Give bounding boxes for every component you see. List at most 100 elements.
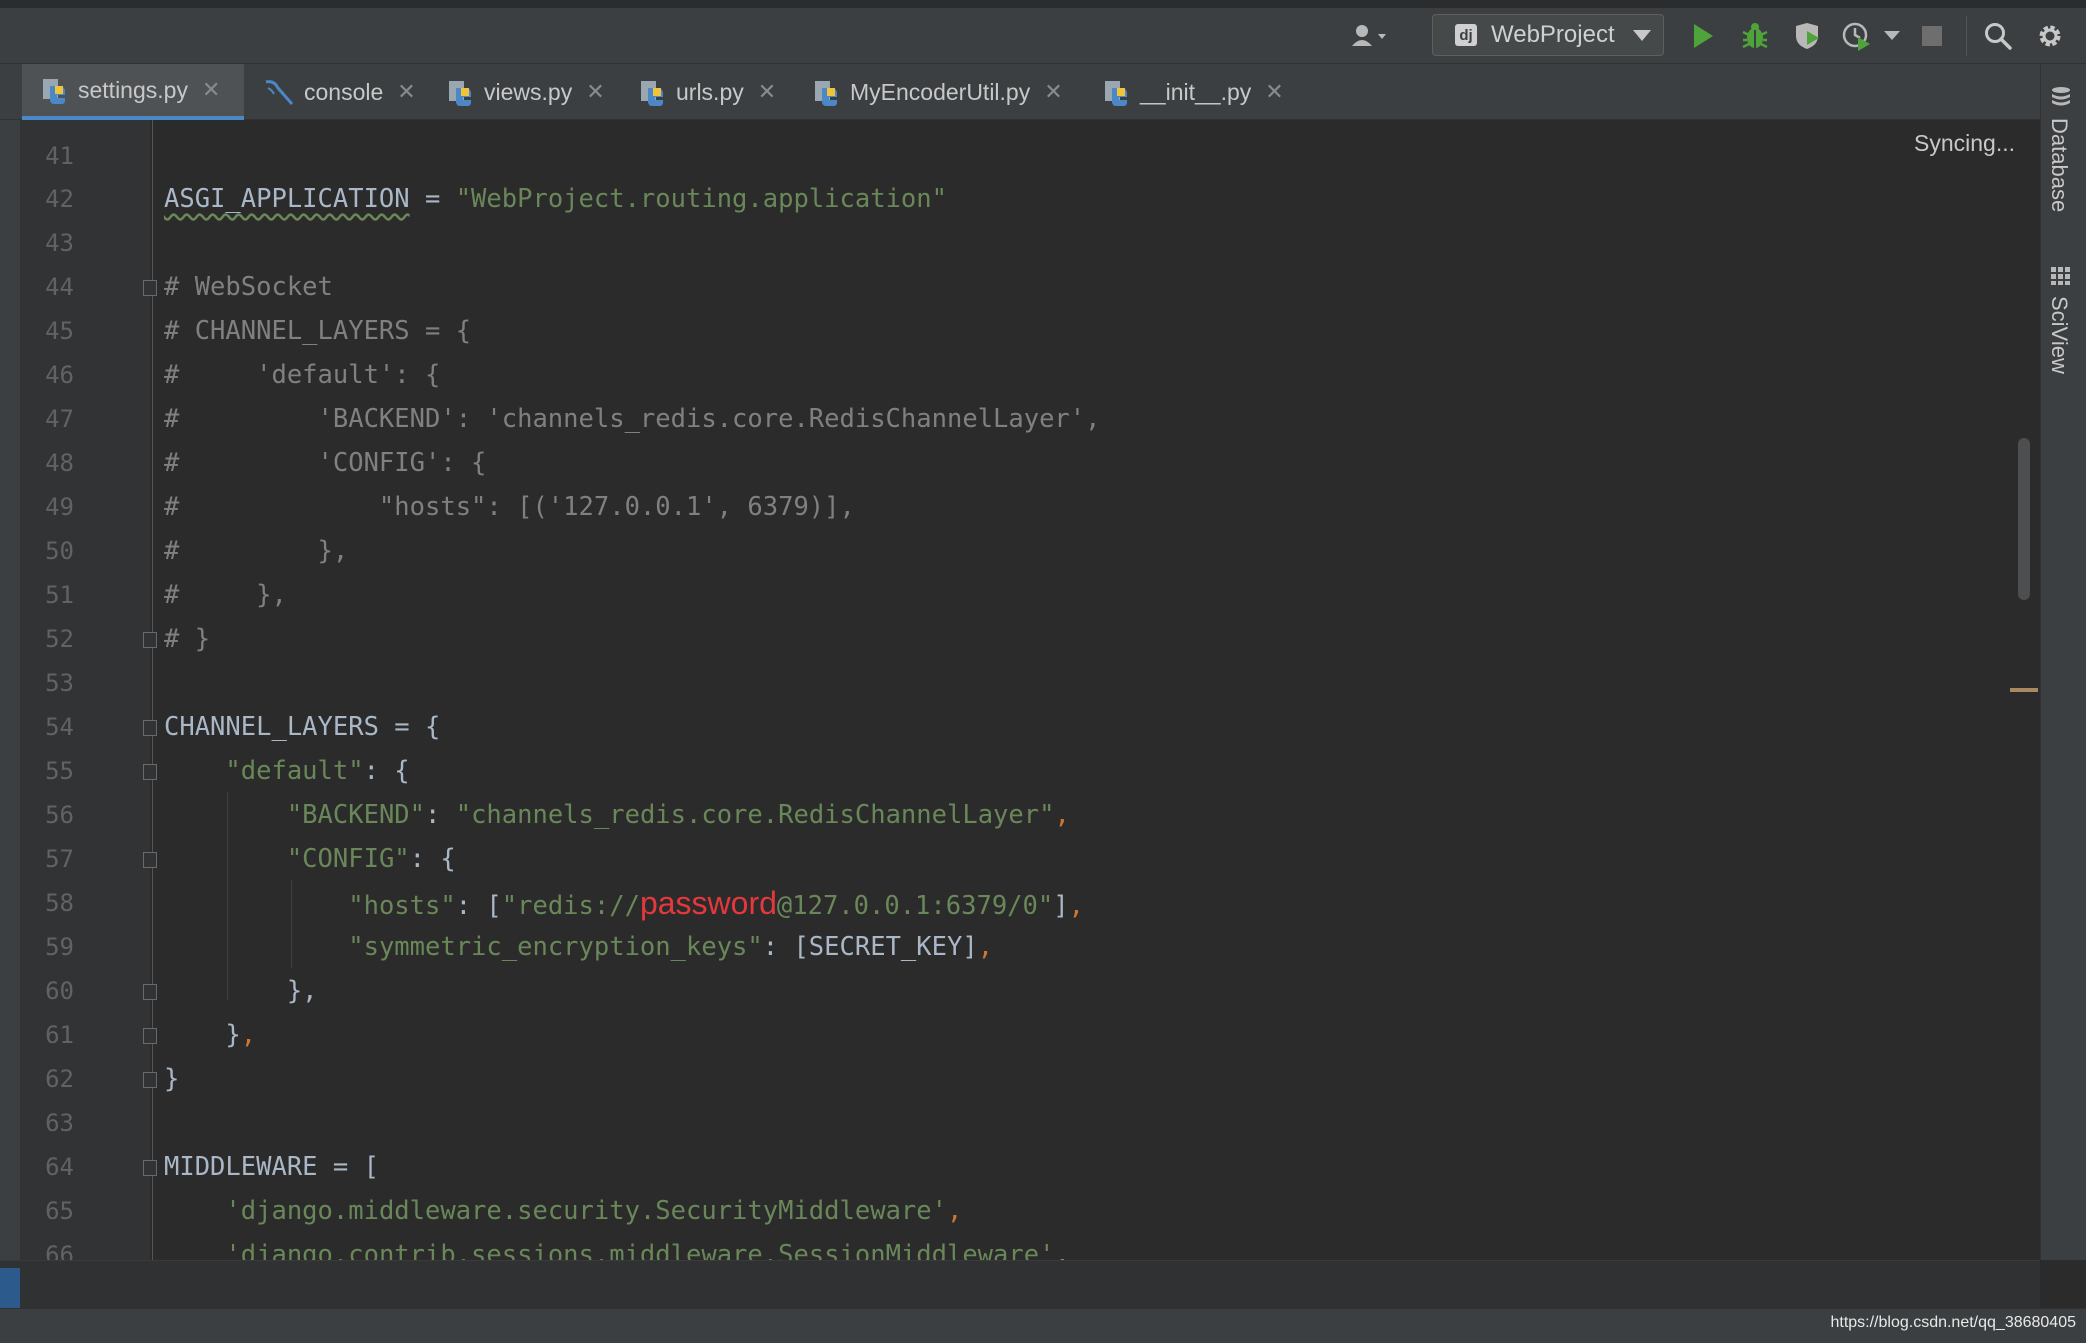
debug-icon[interactable] [1736,8,1774,64]
code-string: "hosts" [348,891,456,921]
code-line: } [164,1064,180,1094]
code-line: CHANNEL_LAYERS = { [164,712,441,742]
code-punctuation: ] [1053,891,1069,921]
fold-marker-icon[interactable] [143,632,157,648]
close-icon[interactable]: ✕ [758,79,776,105]
code-string: "WebProject.routing.application" [455,184,947,214]
run-icon[interactable] [1686,8,1720,64]
line-number: 52 [45,625,74,653]
sciview-icon[interactable] [2050,266,2072,290]
code-line: "hosts": ["redis://password@127.0.0.1:63… [164,881,1084,925]
watermark-text: https://blog.csdn.net/qq_38680405 [1830,1314,2076,1331]
line-number: 50 [45,537,74,565]
code-comment: # }, [164,536,349,566]
scrollbar-marker[interactable] [2010,688,2038,692]
code-line: "symmetric_encryption_keys": [SECRET_KEY… [164,925,993,969]
line-number: 64 [45,1153,74,1181]
code-comment: # } [164,624,211,654]
tab-init-py[interactable]: __init__.py ✕ [1084,64,1300,120]
line-number: 46 [45,361,74,389]
status-bar [0,1308,2086,1343]
gear-icon[interactable] [2032,8,2068,64]
tab-console[interactable]: console ✕ [244,64,422,120]
tab-label: settings.py [78,76,188,103]
profile-icon[interactable] [1838,8,1876,64]
stop-icon[interactable] [1916,8,1948,64]
code-comment: # 'CONFIG': { [164,448,487,478]
tab-label: __init__.py [1140,78,1252,105]
fold-marker-icon[interactable] [143,984,157,1000]
run-configuration-label: WebProject [1491,21,1615,48]
close-icon[interactable]: ✕ [397,79,415,105]
code-comma: , [946,1196,963,1226]
tab-label: urls.py [676,78,744,105]
close-icon[interactable]: ✕ [1265,79,1283,105]
code-string: 'django.middleware.security.SecurityMidd… [225,1196,947,1226]
line-number: 62 [45,1065,74,1093]
tab-views-py[interactable]: views.py ✕ [428,64,614,120]
fold-marker-icon[interactable] [143,764,157,780]
close-icon[interactable]: ✕ [1044,79,1062,105]
chevron-down-icon[interactable] [1880,8,1904,64]
sciview-panel-tab[interactable]: SciView [2046,296,2072,374]
fold-marker-icon[interactable] [143,720,157,736]
fold-marker-icon[interactable] [143,280,157,296]
code-comment: # CHANNEL_LAYERS = { [164,316,472,346]
python-file-icon [814,78,840,106]
sync-status: Syncing... [1914,130,2015,156]
code-line: }, [164,1013,256,1057]
tab-myencoderutil-py[interactable]: MyEncoderUtil.py ✕ [794,64,1084,120]
main-toolbar: dj WebProject [0,0,2086,64]
code-string: "symmetric_encryption_keys" [348,932,763,962]
code-comment: # 'default': { [164,360,441,390]
code-comma: , [977,932,994,962]
line-number: 58 [45,889,74,917]
fold-marker-icon[interactable] [143,1028,157,1044]
tab-urls-py[interactable]: urls.py ✕ [620,64,790,120]
code-comma: , [240,1020,257,1050]
code-string: @127.0.0.1:6379/0" [776,891,1054,921]
line-number: 42 [45,185,74,213]
run-configuration-selector[interactable]: dj WebProject [1432,14,1664,56]
code-comment: # "hosts": [('127.0.0.1', 6379)], [164,492,855,522]
line-number: 61 [45,1021,74,1049]
tab-label: MyEncoderUtil.py [850,78,1031,105]
tab-settings-py[interactable]: settings.py ✕ [22,64,244,120]
line-number: 66 [45,1241,74,1260]
tool-window-indicator[interactable] [0,1268,20,1308]
line-number: 65 [45,1197,74,1225]
console-icon [264,78,294,106]
code-line: "CONFIG": { [164,837,456,881]
code-comment: # 'BACKEND': 'channels_redis.core.RedisC… [164,404,1101,434]
line-number: 57 [45,845,74,873]
code-comma: , [1068,891,1084,921]
fold-marker-icon[interactable] [143,852,157,868]
search-icon[interactable] [1980,8,2016,64]
database-icon[interactable] [2050,86,2072,114]
line-number: 55 [45,757,74,785]
left-tool-strip [0,120,21,1260]
line-number: 63 [45,1109,74,1137]
coverage-icon[interactable] [1788,8,1826,64]
code-string: "redis:// [501,891,640,921]
django-icon: dj [1455,24,1477,46]
line-number: 43 [45,229,74,257]
line-number: 59 [45,933,74,961]
python-file-icon [640,78,666,106]
close-icon[interactable]: ✕ [202,77,220,103]
code-line: "BACKEND": "channels_redis.core.RedisCha… [164,793,1070,837]
user-icon[interactable] [1342,8,1402,64]
vertical-scrollbar[interactable] [2018,438,2030,600]
close-icon[interactable]: ✕ [586,79,604,105]
code-comment: # }, [164,580,287,610]
code-string: 'django.contrib.sessions.middleware.Sess… [225,1240,1055,1260]
fold-marker-icon[interactable] [143,1160,157,1176]
code-operator: = [409,184,456,214]
code-punctuation: : [ [455,891,502,921]
database-panel-tab[interactable]: Database [2046,118,2072,212]
fold-marker-icon[interactable] [143,1072,157,1088]
line-number: 44 [45,273,74,301]
line-number: 48 [45,449,74,477]
